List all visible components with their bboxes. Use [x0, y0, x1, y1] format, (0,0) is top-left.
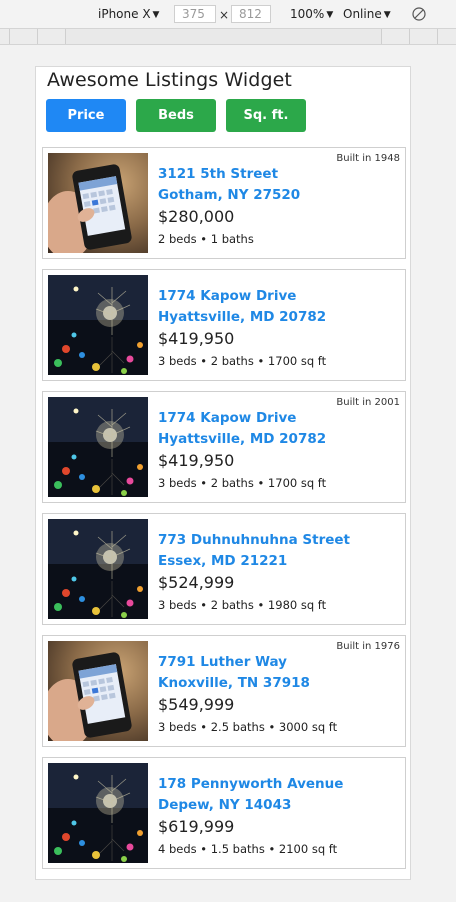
phone-photo	[48, 641, 148, 741]
night-tree-photo	[48, 275, 148, 375]
ruler-segment[interactable]	[382, 29, 410, 44]
ruler-segment[interactable]	[410, 29, 438, 44]
chevron-down-icon: ▼	[383, 10, 391, 20]
listing-city: Essex, MD 21221	[158, 553, 288, 569]
listing-price: $619,999	[158, 817, 235, 836]
listing-card[interactable]: 178 Pennyworth Avenue Depew, NY 14043 $619…	[42, 757, 406, 869]
listing-price: $524,999	[158, 573, 235, 592]
device-select[interactable]: iPhone X ▼	[98, 6, 159, 24]
night-tree-photo	[48, 397, 148, 497]
phone-photo	[48, 153, 148, 253]
widget-title: Awesome Listings Widget	[47, 69, 292, 91]
built-year: Built in 2001	[336, 397, 400, 408]
listing-street: 7791 Luther Way	[158, 654, 287, 670]
zoom-select[interactable]: 100% ▼	[290, 6, 333, 24]
chevron-down-icon: ▼	[326, 10, 334, 20]
listing-street: 178 Pennyworth Avenue	[158, 776, 344, 792]
ruler-segment[interactable]	[10, 29, 38, 44]
zoom-label: 100%	[290, 7, 325, 21]
listing-card[interactable]: 1774 Kapow Drive Hyattsville, MD 20782 $41…	[42, 269, 406, 381]
night-tree-photo	[48, 763, 148, 863]
listing-address[interactable]: 7791 Luther Way Knoxville, TN 37918	[158, 652, 310, 694]
listing-city: Hyattsville, MD 20782	[158, 309, 327, 325]
listing-address[interactable]: 1774 Kapow Drive Hyattsville, MD 20782	[158, 408, 326, 450]
listing-street: 1774 Kapow Drive	[158, 288, 297, 304]
media-query-ruler	[0, 28, 456, 45]
listing-details: 3 beds • 2 baths • 1700 sq ft	[158, 476, 327, 490]
listing-street: 773 Duhnuhnuhna Street	[158, 532, 350, 548]
listing-street: 1774 Kapow Drive	[158, 410, 297, 426]
listing-details: 3 beds • 2.5 baths • 3000 sq ft	[158, 720, 338, 734]
listing-city: Knoxville, TN 37918	[158, 675, 310, 691]
ruler-segment[interactable]	[438, 29, 456, 44]
listing-details: 2 beds • 1 baths	[158, 232, 254, 246]
ruler-segment[interactable]	[0, 29, 10, 44]
sort-price-button[interactable]: Price	[46, 99, 126, 132]
night-tree-photo	[48, 519, 148, 619]
network-label: Online	[343, 7, 382, 21]
sort-beds-button[interactable]: Beds	[136, 99, 216, 132]
listing-address[interactable]: 1774 Kapow Drive Hyattsville, MD 20782	[158, 286, 326, 328]
listing-card[interactable]: 773 Duhnuhnuhna Street Essex, MD 21221 $52…	[42, 513, 406, 625]
listing-address[interactable]: 773 Duhnuhnuhna Street Essex, MD 21221	[158, 530, 350, 572]
rotate-icon[interactable]	[411, 6, 427, 22]
height-input[interactable]: 812	[231, 5, 271, 23]
listing-card[interactable]: Built in 2001 1774 Kapow Drive Hyattsville…	[42, 391, 406, 503]
listing-address[interactable]: 3121 5th Street Gotham, NY 27520	[158, 164, 300, 206]
listing-city: Hyattsville, MD 20782	[158, 431, 327, 447]
listing-price: $419,950	[158, 451, 235, 470]
sort-sqft-button[interactable]: Sq. ft.	[226, 99, 306, 132]
listing-details: 4 beds • 1.5 baths • 2100 sq ft	[158, 842, 338, 856]
listings-widget: Awesome Listings Widget Price Beds Sq. f…	[35, 66, 411, 880]
listing-street: 3121 5th Street	[158, 166, 279, 182]
device-label: iPhone X	[98, 7, 151, 21]
ruler-segment[interactable]	[66, 29, 382, 44]
listing-card[interactable]: Built in 1976 7791 Luther Way Knoxville, T…	[42, 635, 406, 747]
dimension-separator: ×	[219, 8, 230, 22]
listing-details: 3 beds • 2 baths • 1980 sq ft	[158, 598, 327, 612]
listing-price: $280,000	[158, 207, 235, 226]
listing-city: Gotham, NY 27520	[158, 187, 301, 203]
listing-details: 3 beds • 2 baths • 1700 sq ft	[158, 354, 327, 368]
listing-card[interactable]: Built in 1948 3121 5th Street Gotham, NY 2…	[42, 147, 406, 259]
device-toolbar: iPhone X ▼ 375 × 812 100% ▼ Online ▼	[0, 0, 456, 28]
network-select[interactable]: Online ▼	[343, 6, 391, 24]
width-input[interactable]: 375	[174, 5, 216, 23]
listing-price: $549,999	[158, 695, 235, 714]
listing-address[interactable]: 178 Pennyworth Avenue Depew, NY 14043	[158, 774, 343, 816]
chevron-down-icon: ▼	[152, 10, 160, 20]
listing-city: Depew, NY 14043	[158, 797, 292, 813]
built-year: Built in 1976	[336, 641, 400, 652]
built-year: Built in 1948	[336, 153, 400, 164]
listing-price: $419,950	[158, 329, 235, 348]
ruler-segment[interactable]	[38, 29, 66, 44]
